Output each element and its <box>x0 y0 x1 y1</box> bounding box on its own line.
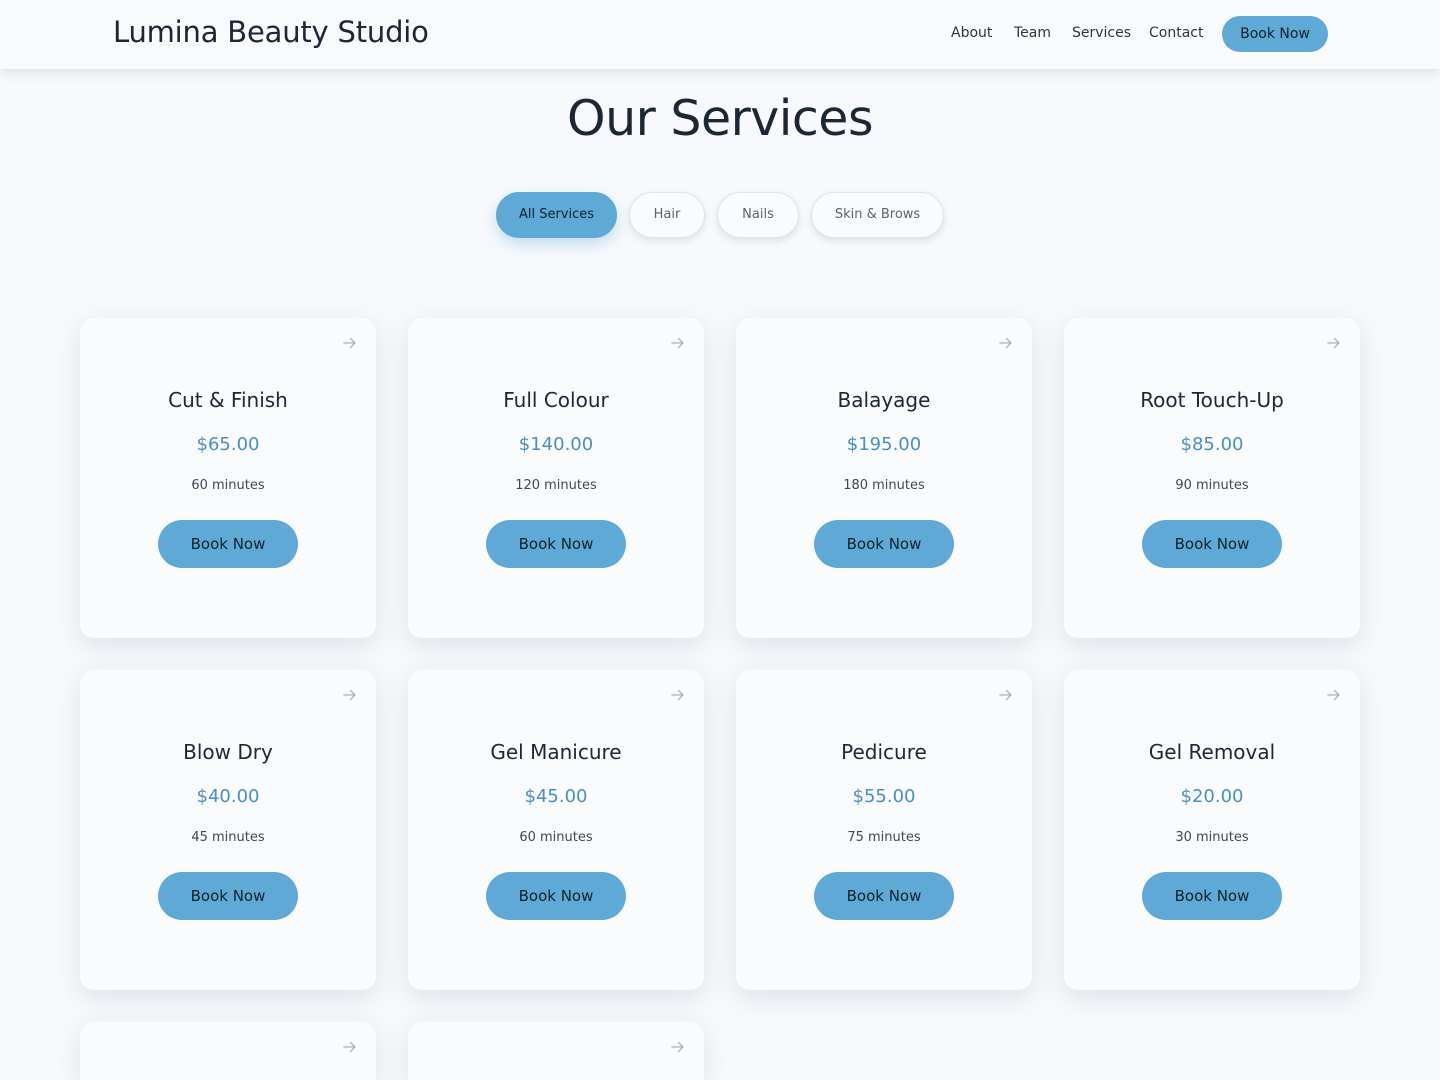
header-book-now-button[interactable]: Book Now <box>1222 16 1328 52</box>
arrow-right-icon[interactable] <box>669 334 687 352</box>
book-now-button[interactable]: Book Now <box>814 872 954 920</box>
service-duration: 60 minutes <box>191 478 265 493</box>
filter-hair[interactable]: Hair <box>629 192 705 238</box>
service-name: Cut & Finish <box>168 388 288 412</box>
service-card[interactable]: Gel Manicure $45.00 60 minutes Book Now <box>408 670 704 990</box>
service-price: $55.00 <box>852 786 916 807</box>
book-now-button[interactable]: Book Now <box>1142 520 1282 568</box>
book-now-button[interactable]: Book Now <box>814 520 954 568</box>
site-header: Lumina Beauty Studio About Team Services… <box>0 0 1440 69</box>
service-card[interactable]: Blow Dry $40.00 45 minutes Book Now <box>80 670 376 990</box>
service-card[interactable] <box>408 1022 704 1080</box>
service-price: $20.00 <box>1180 786 1244 807</box>
arrow-right-icon[interactable] <box>1325 334 1343 352</box>
arrow-right-icon[interactable] <box>669 1038 687 1056</box>
service-name: Blow Dry <box>183 740 273 764</box>
arrow-right-icon[interactable] <box>341 334 359 352</box>
arrow-right-icon[interactable] <box>997 686 1015 704</box>
arrow-right-icon[interactable] <box>1325 686 1343 704</box>
service-duration: 60 minutes <box>519 830 593 845</box>
service-duration: 180 minutes <box>843 478 925 493</box>
service-name: Gel Manicure <box>490 740 622 764</box>
service-price: $65.00 <box>196 434 260 455</box>
service-name: Balayage <box>837 388 931 412</box>
book-now-button[interactable]: Book Now <box>486 872 626 920</box>
service-name: Full Colour <box>503 388 609 412</box>
brand-logo[interactable]: Lumina Beauty Studio <box>113 15 429 49</box>
service-card[interactable]: Pedicure $55.00 75 minutes Book Now <box>736 670 1032 990</box>
service-card[interactable]: Full Colour $140.00 120 minutes Book Now <box>408 318 704 638</box>
arrow-right-icon[interactable] <box>997 334 1015 352</box>
nav-contact[interactable]: Contact <box>1149 25 1203 41</box>
service-duration: 120 minutes <box>515 478 597 493</box>
service-price: $85.00 <box>1180 434 1244 455</box>
arrow-right-icon[interactable] <box>669 686 687 704</box>
service-price: $195.00 <box>846 434 922 455</box>
nav-services[interactable]: Services <box>1072 25 1131 41</box>
service-duration: 90 minutes <box>1175 478 1249 493</box>
service-price: $40.00 <box>196 786 260 807</box>
service-name: Gel Removal <box>1148 740 1276 764</box>
book-now-button[interactable]: Book Now <box>158 872 298 920</box>
nav-about[interactable]: About <box>951 25 992 41</box>
service-card[interactable]: Gel Removal $20.00 30 minutes Book Now <box>1064 670 1360 990</box>
nav-team[interactable]: Team <box>1014 25 1051 41</box>
service-card[interactable] <box>80 1022 376 1080</box>
arrow-right-icon[interactable] <box>341 1038 359 1056</box>
filter-nails[interactable]: Nails <box>717 192 799 238</box>
filter-skin-brows[interactable]: Skin & Brows <box>811 192 944 238</box>
book-now-button[interactable]: Book Now <box>1142 872 1282 920</box>
service-duration: 45 minutes <box>191 830 265 845</box>
service-duration: 75 minutes <box>847 830 921 845</box>
service-name: Pedicure <box>841 740 927 764</box>
filter-all-services[interactable]: All Services <box>496 192 617 238</box>
page-title: Our Services <box>567 90 873 147</box>
book-now-button[interactable]: Book Now <box>486 520 626 568</box>
service-price: $140.00 <box>518 434 594 455</box>
service-duration: 30 minutes <box>1175 830 1249 845</box>
service-card[interactable]: Balayage $195.00 180 minutes Book Now <box>736 318 1032 638</box>
book-now-button[interactable]: Book Now <box>158 520 298 568</box>
service-card[interactable]: Root Touch-Up $85.00 90 minutes Book Now <box>1064 318 1360 638</box>
service-price: $45.00 <box>524 786 588 807</box>
arrow-right-icon[interactable] <box>341 686 359 704</box>
service-card[interactable]: Cut & Finish $65.00 60 minutes Book Now <box>80 318 376 638</box>
service-name: Root Touch-Up <box>1140 388 1284 412</box>
